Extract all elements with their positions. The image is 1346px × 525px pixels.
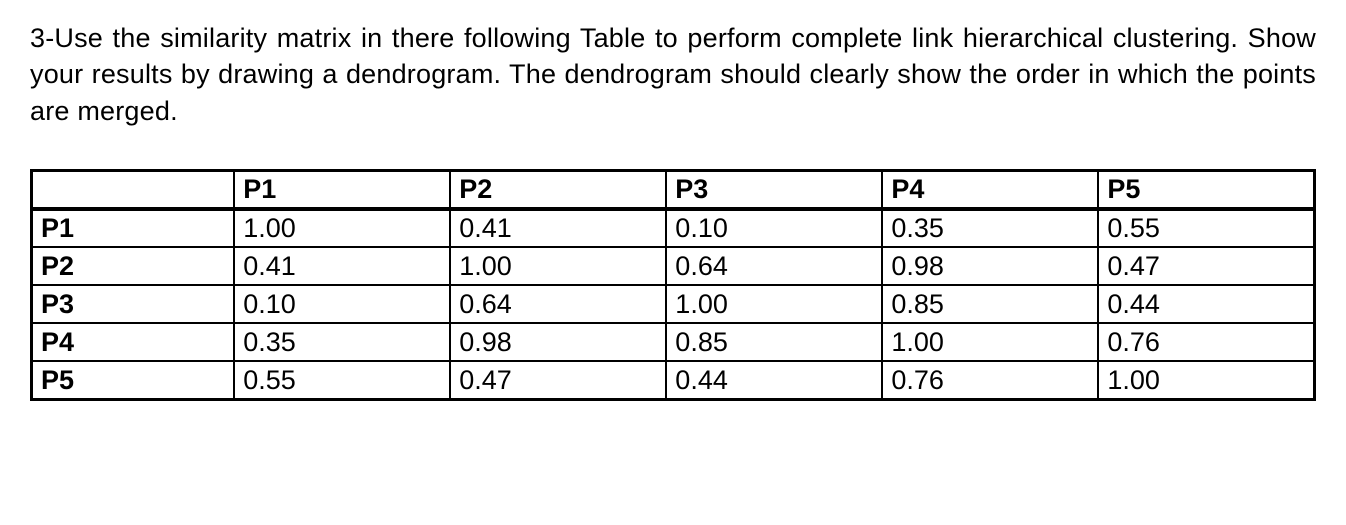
- row-header: P2: [32, 247, 235, 285]
- table-row: P3 0.10 0.64 1.00 0.85 0.44: [32, 285, 1315, 323]
- cell: 1.00: [1098, 361, 1314, 399]
- corner-cell: [32, 171, 235, 210]
- cell: 0.10: [234, 285, 450, 323]
- question-text: 3-Use the similarity matrix in there fol…: [30, 20, 1316, 129]
- row-header: P5: [32, 361, 235, 399]
- cell: 0.85: [666, 323, 882, 361]
- table-row: P1 1.00 0.41 0.10 0.35 0.55: [32, 209, 1315, 247]
- table-header-row: P1 P2 P3 P4 P5: [32, 171, 1315, 210]
- table-row: P5 0.55 0.47 0.44 0.76 1.00: [32, 361, 1315, 399]
- cell: 0.76: [1098, 323, 1314, 361]
- cell: 0.10: [666, 209, 882, 247]
- row-header: P4: [32, 323, 235, 361]
- cell: 0.44: [1098, 285, 1314, 323]
- col-header: P5: [1098, 171, 1314, 210]
- cell: 0.44: [666, 361, 882, 399]
- cell: 0.35: [882, 209, 1098, 247]
- cell: 0.98: [882, 247, 1098, 285]
- cell: 0.41: [234, 247, 450, 285]
- cell: 0.35: [234, 323, 450, 361]
- cell: 0.64: [666, 247, 882, 285]
- table-row: P2 0.41 1.00 0.64 0.98 0.47: [32, 247, 1315, 285]
- col-header: P1: [234, 171, 450, 210]
- row-header: P3: [32, 285, 235, 323]
- cell: 0.47: [1098, 247, 1314, 285]
- cell: 1.00: [234, 209, 450, 247]
- col-header: P2: [450, 171, 666, 210]
- cell: 0.85: [882, 285, 1098, 323]
- table-row: P4 0.35 0.98 0.85 1.00 0.76: [32, 323, 1315, 361]
- cell: 1.00: [882, 323, 1098, 361]
- cell: 0.55: [234, 361, 450, 399]
- cell: 1.00: [450, 247, 666, 285]
- row-header: P1: [32, 209, 235, 247]
- cell: 0.55: [1098, 209, 1314, 247]
- cell: 0.98: [450, 323, 666, 361]
- similarity-matrix-table: P1 P2 P3 P4 P5 P1 1.00 0.41 0.10 0.35 0.…: [30, 169, 1316, 401]
- cell: 1.00: [666, 285, 882, 323]
- col-header: P3: [666, 171, 882, 210]
- cell: 0.41: [450, 209, 666, 247]
- cell: 0.76: [882, 361, 1098, 399]
- cell: 0.47: [450, 361, 666, 399]
- col-header: P4: [882, 171, 1098, 210]
- cell: 0.64: [450, 285, 666, 323]
